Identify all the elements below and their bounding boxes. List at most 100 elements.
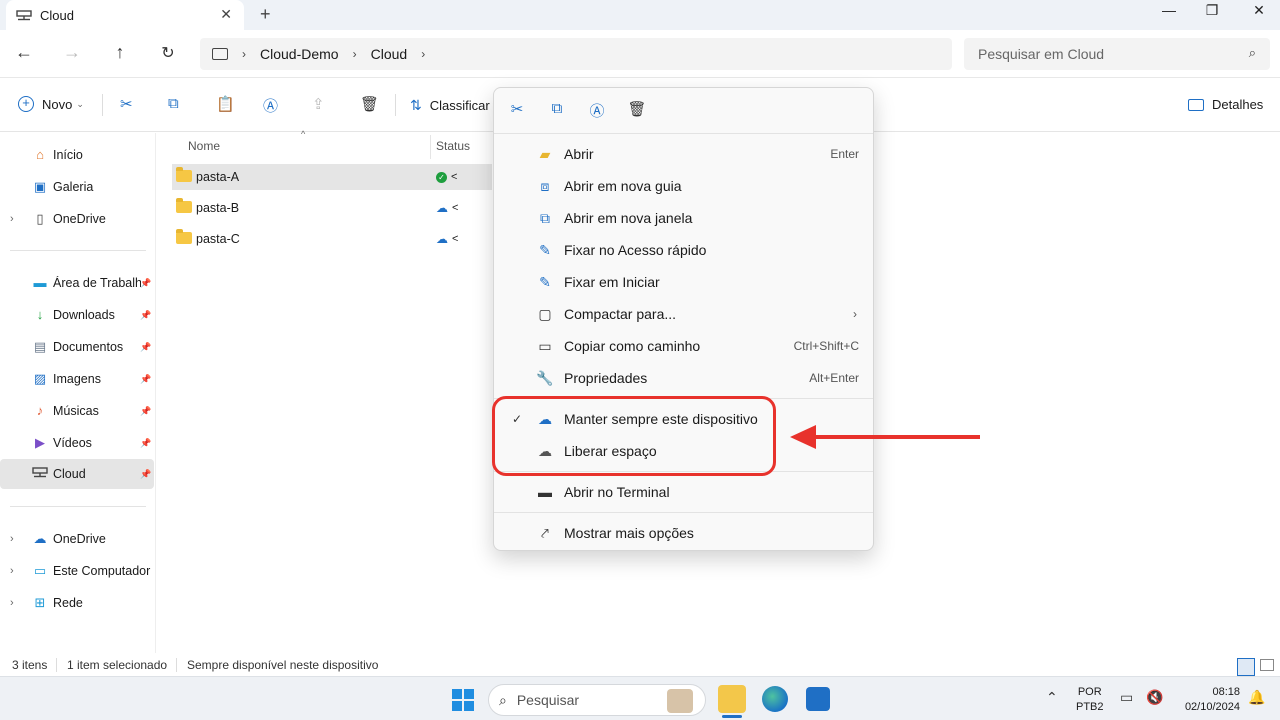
- chevron-right-icon[interactable]: ›: [242, 47, 246, 61]
- cloud-icon: ☁: [436, 232, 448, 246]
- delete-button[interactable]: 🗑: [360, 95, 379, 113]
- sort-button[interactable]: ⇅ Classificar: [410, 97, 490, 114]
- edge-app-icon[interactable]: [762, 686, 788, 712]
- chevron-right-icon[interactable]: ›: [10, 597, 14, 609]
- sidebar-item-onedrive-personal[interactable]: › ▯ OneDrive: [0, 204, 154, 234]
- breadcrumb-item[interactable]: Cloud-Demo: [260, 46, 339, 62]
- menu-item-fixar-acesso-rapido[interactable]: ✎ Fixar no Acesso rápido: [494, 234, 873, 266]
- menu-item-copiar-caminho[interactable]: ▭ Copiar como caminho Ctrl+Shift+C: [494, 330, 873, 362]
- pin-icon[interactable]: 📌: [140, 438, 151, 449]
- menu-item-abrir-nova-janela[interactable]: ⧉ Abrir em nova janela: [494, 202, 873, 234]
- search-box[interactable]: ⌕: [964, 38, 1270, 70]
- selection-count: 1 item selecionado: [67, 658, 168, 672]
- new-button[interactable]: + Novo ⌄: [18, 96, 84, 112]
- divider: [56, 658, 57, 672]
- file-name: pasta-A: [196, 170, 240, 184]
- pin-icon[interactable]: 📌: [140, 310, 151, 321]
- search-input[interactable]: [978, 46, 1238, 62]
- rename-button[interactable]: Ⓐ: [263, 95, 278, 116]
- taskbar-search[interactable]: ⌕ Pesquisar: [488, 684, 706, 716]
- network-status-icon[interactable]: ▭: [1120, 689, 1133, 706]
- maximize-button[interactable]: ❐: [1189, 2, 1235, 19]
- column-header-status[interactable]: Status: [436, 139, 470, 153]
- refresh-button[interactable]: ↻: [156, 43, 180, 63]
- pin-icon[interactable]: 📌: [140, 406, 151, 417]
- input-language[interactable]: POR PTB2: [1076, 685, 1104, 715]
- up-button[interactable]: ↑: [108, 42, 132, 63]
- chevron-right-icon[interactable]: ›: [353, 47, 357, 61]
- folder-open-icon: ▰: [539, 146, 551, 162]
- sidebar-item-cloud[interactable]: Cloud 📌: [0, 459, 154, 489]
- details-button[interactable]: Detalhes: [1188, 97, 1263, 112]
- minimize-button[interactable]: —: [1146, 2, 1192, 18]
- new-tab-button[interactable]: +: [260, 4, 271, 25]
- delete-icon[interactable]: 🗑: [627, 100, 647, 118]
- table-row[interactable]: pasta-A ✓ <: [172, 164, 492, 190]
- sidebar-item-este-computador[interactable]: › ▭ Este Computador: [0, 556, 154, 586]
- paste-button[interactable]: 📋: [216, 95, 235, 113]
- menu-item-propriedades[interactable]: 🔧 Propriedades Alt+Enter: [494, 362, 873, 394]
- menu-item-compactar[interactable]: ▢ Compactar para... ›: [494, 298, 873, 330]
- pin-icon[interactable]: 📌: [140, 342, 151, 353]
- chevron-right-icon[interactable]: ›: [10, 533, 14, 545]
- menu-item-mais-opcoes[interactable]: ⤤ Mostrar mais opções: [494, 517, 873, 549]
- sidebar-item-inicio[interactable]: ⌂ Início: [0, 140, 154, 170]
- start-button[interactable]: [452, 689, 474, 711]
- divider: [10, 506, 146, 507]
- column-divider[interactable]: [430, 135, 431, 159]
- back-button[interactable]: ←: [12, 42, 36, 63]
- column-header-name[interactable]: Nome: [188, 139, 220, 153]
- menu-item-fixar-iniciar[interactable]: ✎ Fixar em Iniciar: [494, 266, 873, 298]
- sidebar-item-label: OneDrive: [53, 532, 106, 546]
- chevron-right-icon[interactable]: ›: [10, 213, 14, 225]
- sidebar-item-desktop[interactable]: ▬ Área de Trabalho 📌: [0, 268, 154, 298]
- chevron-right-icon[interactable]: ›: [421, 47, 425, 61]
- pin-icon[interactable]: 📌: [140, 278, 151, 289]
- pin-icon[interactable]: 📌: [140, 469, 151, 480]
- sidebar-item-galeria[interactable]: ▣ Galeria: [0, 172, 154, 202]
- network-drive-icon: [16, 9, 32, 21]
- cut-icon[interactable]: ✂: [507, 100, 527, 118]
- clock[interactable]: 08:18 02/10/2024: [1176, 685, 1240, 715]
- sidebar-item-downloads[interactable]: ↓ Downloads 📌: [0, 300, 154, 330]
- tiles-view-button[interactable]: [1260, 659, 1274, 671]
- menu-item-label: Mostrar mais opções: [564, 525, 694, 541]
- volume-muted-icon[interactable]: 🔇: [1146, 689, 1163, 706]
- tab-cloud[interactable]: Cloud ✕: [6, 0, 244, 30]
- details-view-button[interactable]: [1237, 658, 1255, 676]
- menu-item-abrir-terminal[interactable]: ▬ Abrir no Terminal: [494, 476, 873, 508]
- sidebar-item-musicas[interactable]: ♪ Músicas 📌: [0, 396, 154, 426]
- chevron-up-icon[interactable]: ⌃: [1046, 689, 1058, 706]
- share-button[interactable]: ⇪: [312, 95, 325, 113]
- close-tab-icon[interactable]: ✕: [220, 6, 232, 23]
- divider: [176, 658, 177, 672]
- file-explorer-app-icon[interactable]: [718, 685, 746, 718]
- sidebar-item-videos[interactable]: ▶ Vídeos 📌: [0, 428, 154, 458]
- forward-button[interactable]: →: [60, 42, 84, 63]
- pictures-icon: ▨: [33, 371, 47, 386]
- desktop-icon: ▬: [33, 275, 47, 290]
- copy-icon[interactable]: ⧉: [547, 100, 567, 117]
- menu-item-abrir-nova-guia[interactable]: ⧈ Abrir em nova guia: [494, 170, 873, 202]
- sidebar-item-documentos[interactable]: ▤ Documentos 📌: [0, 332, 154, 362]
- status-bar: 3 itens 1 item selecionado Sempre dispon…: [0, 654, 1280, 676]
- sidebar-item-rede[interactable]: › ⊞ Rede: [0, 588, 154, 618]
- table-row[interactable]: pasta-B ☁ <: [172, 195, 492, 221]
- pin-icon[interactable]: 📌: [140, 374, 151, 385]
- cut-button[interactable]: ✂: [120, 95, 133, 113]
- copy-button[interactable]: ⧉: [168, 95, 179, 112]
- breadcrumb[interactable]: › Cloud-Demo › Cloud ›: [200, 38, 952, 70]
- table-row[interactable]: pasta-C ☁ <: [172, 226, 492, 252]
- gallery-icon: ▣: [33, 179, 47, 194]
- sidebar-item-onedrive[interactable]: › ☁ OneDrive: [0, 524, 154, 554]
- sidebar-item-imagens[interactable]: ▨ Imagens 📌: [0, 364, 154, 394]
- sidebar-item-label: Cloud: [53, 467, 86, 481]
- notification-bell-icon[interactable]: 🔔: [1248, 689, 1265, 706]
- close-window-button[interactable]: ✕: [1236, 2, 1280, 19]
- menu-item-abrir[interactable]: ▰ Abrir Enter: [494, 138, 873, 170]
- breadcrumb-item[interactable]: Cloud: [371, 46, 408, 62]
- chevron-right-icon[interactable]: ›: [10, 565, 14, 577]
- chevron-right-icon: ›: [853, 307, 857, 321]
- store-app-icon[interactable]: [806, 687, 830, 711]
- rename-icon[interactable]: Ⓐ: [587, 100, 607, 121]
